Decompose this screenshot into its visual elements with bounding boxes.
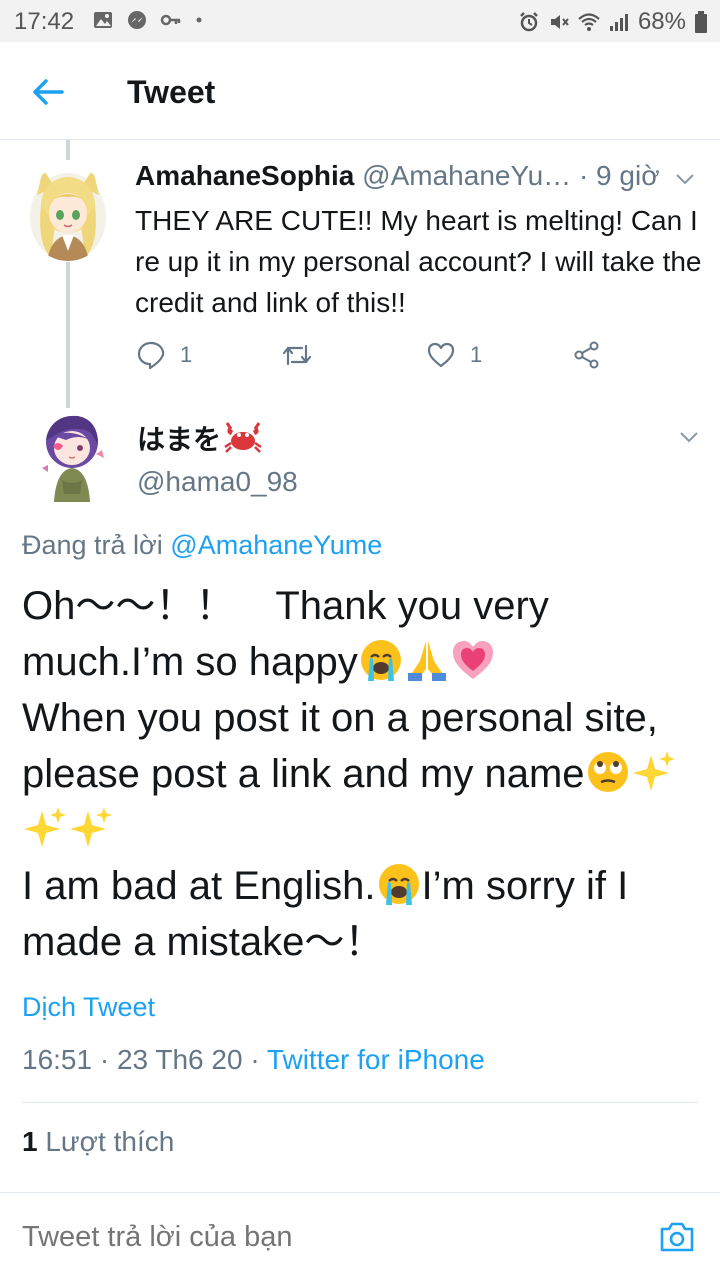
main-handle[interactable]: @hama0_98: [137, 466, 298, 498]
battery-icon: [695, 11, 707, 33]
avatar-image: [30, 169, 106, 261]
replying-mention-link[interactable]: @AmahaneYume: [170, 530, 382, 560]
thread-line-top: [66, 140, 70, 160]
thread-line-bottom: [66, 262, 70, 408]
mute-icon: [550, 15, 569, 29]
main-tweet-text: Oh〜〜！！ Thank you very much.I’m so happy …: [22, 578, 712, 970]
likes-count-row[interactable]: 1 Lượt thích: [22, 1126, 174, 1158]
reply-text: THEY ARE CUTE!! My heart is melting! Can…: [135, 205, 702, 318]
gallery-icon: [94, 12, 112, 28]
sparkles-emoji: [24, 807, 66, 847]
comment-icon: [137, 341, 165, 370]
key-icon: [160, 14, 181, 26]
tweet-meta: 16:51 · 23 Th6 20 · Twitter for iPhone: [22, 1044, 485, 1076]
folded-hands-emoji: [407, 641, 446, 681]
reply-action[interactable]: 1: [136, 340, 192, 370]
like-count: 1: [470, 342, 483, 367]
growing-heart-emoji: [452, 641, 493, 679]
reply-handle[interactable]: @AmahaneYu…: [362, 160, 571, 191]
battery-percent: 68%: [637, 8, 686, 35]
reply-time: · 9 giờ: [578, 160, 660, 191]
wifi-icon: [578, 13, 600, 31]
page-title: Tweet: [127, 74, 216, 110]
status-time: 17:42: [14, 8, 75, 35]
signal-icon: [609, 14, 628, 31]
avatar-amahanesophia[interactable]: [29, 165, 107, 261]
avatar-hama[interactable]: [32, 410, 112, 502]
likes-number: 1: [22, 1126, 38, 1157]
divider: [22, 1102, 698, 1103]
retweet-action[interactable]: [280, 340, 314, 370]
sparkles-emoji: [70, 807, 112, 847]
face-with-rolling-eyes-emoji: [587, 752, 628, 792]
tweet-source-link[interactable]: Twitter for iPhone: [267, 1044, 485, 1075]
reply-count: 1: [180, 342, 193, 367]
reply-input[interactable]: [22, 1221, 622, 1254]
chevron-down-icon[interactable]: [674, 168, 696, 190]
tweet-line-2: When you post it on a personal site, ple…: [22, 696, 658, 796]
tweet-paragraph-3: I am bad at English. I’m sorry if I made…: [22, 858, 712, 970]
reply-composer: [0, 1192, 720, 1280]
tweet-line-3a: I am bad at English.: [22, 864, 376, 908]
replying-prefix: Đang trả lời: [22, 530, 163, 560]
messenger-icon: [128, 11, 146, 29]
loudly-crying-face-emoji: [360, 640, 401, 681]
loudly-crying-face-emoji: [378, 864, 419, 905]
translate-tweet-link[interactable]: Dịch Tweet: [22, 992, 155, 1023]
replying-to: Đang trả lời @AmahaneYume: [22, 530, 382, 561]
back-arrow-icon[interactable]: [30, 74, 66, 110]
main-name-text: はまを: [137, 424, 222, 455]
tweet-timestamp: 16:51 · 23 Th6 20 ·: [22, 1044, 267, 1075]
tweet-paragraph-2: When you post it on a personal site, ple…: [22, 690, 712, 858]
heart-icon: [427, 342, 455, 368]
crab-emoji: [224, 422, 262, 453]
tweet-paragraph-1: Oh〜〜！！ Thank you very much.I’m so happy: [22, 578, 712, 690]
reply-display-name[interactable]: AmahaneSophia: [135, 160, 354, 191]
like-action[interactable]: 1: [426, 340, 482, 370]
avatar-image: [32, 410, 112, 502]
main-display-name[interactable]: はまを: [137, 418, 263, 458]
share-icon: [574, 341, 599, 369]
camera-icon[interactable]: [657, 1217, 697, 1257]
top-bar: Tweet: [0, 42, 720, 140]
dot-icon: [196, 17, 202, 23]
chevron-down-icon[interactable]: [678, 426, 700, 448]
share-action[interactable]: [572, 340, 602, 370]
alarm-icon: [520, 12, 538, 32]
sparkles-emoji: [632, 751, 675, 791]
likes-label: Lượt thích: [45, 1126, 175, 1157]
status-bar: 17:42 68%: [0, 0, 720, 42]
retweet-icon: [282, 344, 312, 366]
reply-header: AmahaneSophia @AmahaneYu… · 9 giờ: [135, 160, 660, 192]
